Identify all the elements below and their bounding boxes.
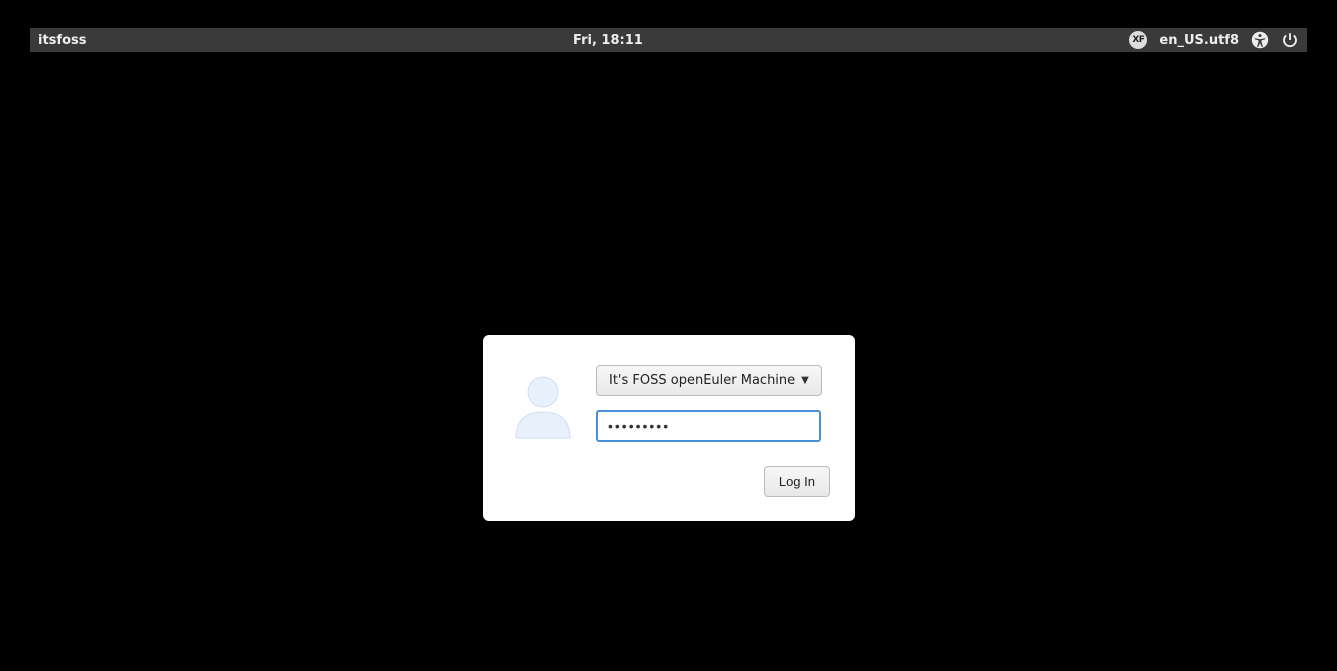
chevron-down-icon: ▼ bbox=[801, 375, 809, 386]
login-controls: It's FOSS openEuler Machine ▼ Log In bbox=[596, 365, 830, 499]
top-panel: itsfoss Fri, 18:11 XF en_US.utf8 bbox=[30, 28, 1307, 52]
user-selector[interactable]: It's FOSS openEuler Machine ▼ bbox=[596, 365, 822, 396]
locale-indicator[interactable]: en_US.utf8 bbox=[1159, 33, 1239, 48]
login-dialog: It's FOSS openEuler Machine ▼ Log In bbox=[483, 335, 855, 521]
password-input[interactable] bbox=[596, 410, 821, 442]
session-badge-icon[interactable]: XF bbox=[1129, 31, 1147, 49]
login-button[interactable]: Log In bbox=[764, 466, 830, 497]
power-icon[interactable] bbox=[1281, 31, 1299, 49]
avatar bbox=[508, 370, 578, 440]
user-selector-label: It's FOSS openEuler Machine bbox=[609, 373, 795, 388]
hostname-label: itsfoss bbox=[38, 33, 86, 48]
clock: Fri, 18:11 bbox=[86, 33, 1129, 48]
panel-indicators: XF en_US.utf8 bbox=[1129, 31, 1299, 49]
accessibility-icon[interactable] bbox=[1251, 31, 1269, 49]
